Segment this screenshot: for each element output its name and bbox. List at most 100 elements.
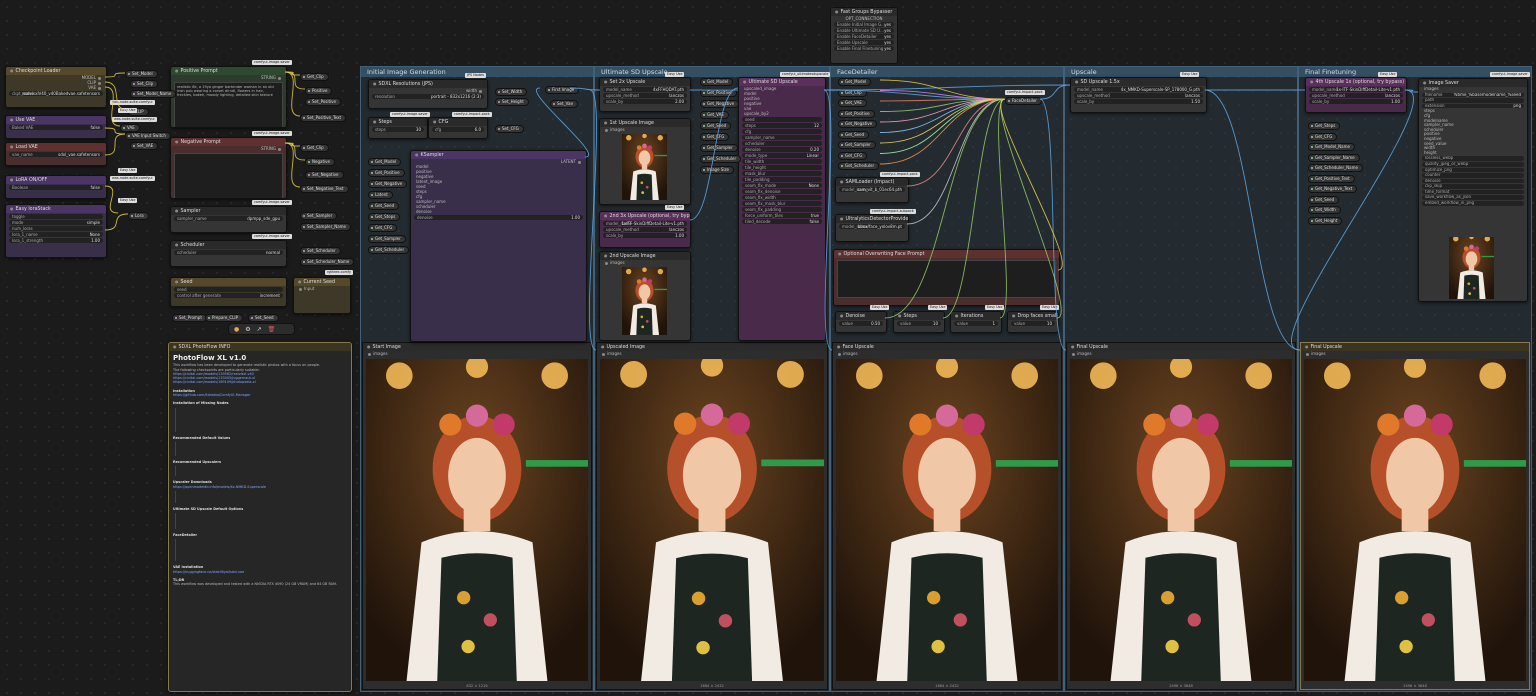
- facedetailer-node[interactable]: FaceDetailer: [1005, 97, 1042, 105]
- denoise-widget[interactable]: denoise 1.00: [414, 215, 583, 220]
- saver-field[interactable]: optimize_png: [1422, 167, 1524, 173]
- num-loras-widget[interactable]: num_loras: [9, 226, 103, 231]
- get-node[interactable]: Get_Model: [838, 78, 872, 86]
- positive-prompt-node[interactable]: Positive Prompt STRING realistic 8k, a 1…: [170, 66, 287, 128]
- face-prompt-node[interactable]: Optional Overwriting Face Prompt: [833, 249, 1060, 306]
- get-node[interactable]: Get_Model: [368, 158, 402, 166]
- get-node[interactable]: Get_Seed: [1308, 195, 1340, 204]
- samloader-node[interactable]: SAMLoader (Impact) model_namesam_vit_b_0…: [835, 177, 909, 203]
- lora1-strength-widget[interactable]: lora_1_strength 1.00: [9, 238, 103, 243]
- steps-node[interactable]: Steps steps30: [368, 117, 428, 139]
- get-node[interactable]: Get_CFG: [700, 133, 730, 141]
- saver-field[interactable]: quality_jpeg_or_webp: [1422, 161, 1524, 167]
- get-node[interactable]: Get_Sampler: [838, 141, 876, 149]
- get-node[interactable]: Get_CFG: [1308, 132, 1338, 141]
- vae-name-widget[interactable]: vae_name sdxl_vae.safetensors: [9, 152, 103, 157]
- positive-prompt-textarea[interactable]: realistic 8k, a 19yo ginger bartender wo…: [174, 82, 283, 127]
- get-node[interactable]: Get_Seed: [700, 122, 732, 130]
- load-vae-node[interactable]: Load VAE vae_namesdxl_vae.safetensors: [5, 142, 107, 166]
- bypass-toggle[interactable]: Enable Final Finetuning yes: [834, 46, 894, 51]
- vae-input-switch-node[interactable]: VAE Input Switch: [125, 132, 171, 140]
- set-scheduler-node[interactable]: Set_Scheduler: [300, 247, 341, 255]
- images-input[interactable]: images: [1067, 351, 1295, 356]
- ksampler-input[interactable]: denoise: [411, 209, 586, 214]
- link-icon[interactable]: ↗: [257, 326, 262, 333]
- model-name-widget[interactable]: model_name bbox/face_yolov8m.pt: [839, 224, 905, 229]
- get-node[interactable]: Get_Positive: [700, 89, 737, 97]
- preview-face-upscale[interactable]: Face Upscale images 1664 × 2432: [832, 342, 1062, 690]
- set-model-node[interactable]: Set_Model: [125, 70, 158, 78]
- preview-start-image[interactable]: Start Image images 832 × 1216: [362, 342, 592, 690]
- info-link[interactable]: https://github.com/ltdrdata/ComfyUI-Mana…: [173, 393, 347, 397]
- use-vae-node[interactable]: Use VAE Baked VAEfalse: [5, 115, 107, 139]
- seed-widget[interactable]: seed: [174, 287, 283, 292]
- sd-upscale-node[interactable]: SD Upscale 1.5x model_name4x_NMKD-Supers…: [1070, 77, 1207, 113]
- set-sampler-name-node[interactable]: Set_Sampler_Name: [300, 223, 352, 231]
- set-negative-node[interactable]: Set_Negative: [305, 171, 344, 179]
- drop-size-node[interactable]: Drop faces smaller X px value10: [1007, 311, 1059, 333]
- fast-groups-bypasser-node[interactable]: Fast Groups Bypasser OPT_CONNECTION Enab…: [830, 7, 898, 64]
- lora-node[interactable]: Lora: [128, 212, 149, 220]
- current-seed-node[interactable]: Current Seed Input: [293, 277, 351, 314]
- set-width-node[interactable]: Set_Width: [495, 88, 528, 96]
- usd-param[interactable]: steps 12: [742, 123, 822, 128]
- iterations-node[interactable]: Iterations value1: [950, 311, 1002, 333]
- images-input[interactable]: images: [363, 351, 591, 356]
- ckpt-name-widget[interactable]: ckpt_name realvisxlV40_v40Bakedvae.safete…: [9, 91, 103, 96]
- prepare-clip-node[interactable]: Prepare_CLIP: [205, 314, 243, 322]
- get-clip-neg[interactable]: Get_Clip: [300, 144, 329, 152]
- usd-param[interactable]: seam_fix_padding: [742, 207, 822, 212]
- ksampler-node[interactable]: KSampler LATENT modelpositivenegativelat…: [410, 150, 587, 342]
- negative-node[interactable]: Negative: [305, 158, 335, 166]
- get-node[interactable]: Get_Scheduler: [368, 246, 410, 254]
- usd-param[interactable]: seam_fix_denoise: [742, 189, 822, 194]
- get-node[interactable]: Get_Positive_Text: [1308, 174, 1355, 183]
- get-node[interactable]: Get_Steps: [368, 213, 401, 221]
- sampler-node[interactable]: Sampler sampler_namedpmpp_sde_gpu: [170, 206, 287, 233]
- get-node[interactable]: Get_Clip: [838, 88, 867, 97]
- usd-param[interactable]: seam_fix_mask_blur: [742, 201, 822, 206]
- get-node[interactable]: Get_VAE: [700, 111, 729, 119]
- get-node[interactable]: Get_VAE: [838, 99, 867, 107]
- lora-onoff-node[interactable]: LoRA ON/OFF Booleanfalse: [5, 175, 107, 199]
- get-node[interactable]: Get_CFG: [368, 224, 398, 232]
- info-link[interactable]: https://civitai.com/models/189109/photop…: [173, 380, 347, 384]
- lora1-name-widget[interactable]: lora_1_name None: [9, 232, 103, 237]
- resolution-widget[interactable]: resolution portrait - 832x1216 (2:3): [372, 94, 484, 99]
- saver-field[interactable]: extension png: [1422, 103, 1524, 109]
- upscale-method-widget[interactable]: upscale_method lanczos: [603, 93, 687, 98]
- set-negative-text-node[interactable]: Set_Negative_Text: [300, 185, 349, 193]
- value-widget[interactable]: value 1: [954, 321, 998, 326]
- scheduler-widget[interactable]: scheduler normal: [174, 250, 283, 255]
- settings-icon[interactable]: ⚙: [245, 326, 250, 333]
- get-node[interactable]: Get_Negative: [838, 120, 878, 128]
- negative-prompt-textarea[interactable]: [174, 153, 283, 198]
- get-node[interactable]: Get_Negative_Text: [1308, 185, 1358, 193]
- positive-node[interactable]: Positive: [305, 87, 333, 95]
- usd-param[interactable]: seam_fix_mode None: [742, 183, 822, 188]
- first-upscale-image-node[interactable]: 1st Upscale Image images: [599, 118, 691, 205]
- get-node[interactable]: Get_Model_Name: [1308, 143, 1355, 151]
- get-clip-pos[interactable]: Get_Clip: [300, 73, 329, 81]
- set-clip-node[interactable]: Set_Clip: [130, 80, 159, 88]
- get-node[interactable]: Get_Sampler: [700, 144, 738, 152]
- value-widget[interactable]: value 0.50: [839, 321, 883, 326]
- get-node[interactable]: Get_Steps: [1308, 122, 1341, 130]
- usd-param[interactable]: tiled_decode false: [742, 219, 822, 224]
- get-node[interactable]: Get_Seed: [368, 202, 400, 210]
- scale-by-widget[interactable]: scale_by 2.00: [603, 99, 687, 104]
- set-sampler-node[interactable]: Set_Sampler: [300, 212, 338, 220]
- set-vae-node-2[interactable]: Set_Vae: [550, 100, 578, 108]
- model-name-widget[interactable]: model_name 4x_NMKD-Superscale-SP_178000_G…: [1074, 87, 1203, 92]
- usd-param[interactable]: tile_padding: [742, 177, 822, 182]
- string-output[interactable]: STRING: [171, 75, 286, 80]
- baked-vae-toggle[interactable]: Baked VAE false: [9, 125, 103, 130]
- get-node[interactable]: Get_Width: [1308, 206, 1341, 214]
- saver-field[interactable]: filename %time_%basemodelname_%seed: [1422, 92, 1524, 98]
- bypass-toggle[interactable]: Enable Upscale yes: [834, 40, 894, 45]
- steps-widget[interactable]: steps 30: [372, 127, 424, 132]
- usd-param[interactable]: seam_fix_width: [742, 195, 822, 200]
- input-socket[interactable]: Input: [294, 286, 350, 291]
- get-node[interactable]: Get_Height: [1308, 216, 1343, 225]
- cfg-widget[interactable]: cfg 6.0: [432, 127, 484, 132]
